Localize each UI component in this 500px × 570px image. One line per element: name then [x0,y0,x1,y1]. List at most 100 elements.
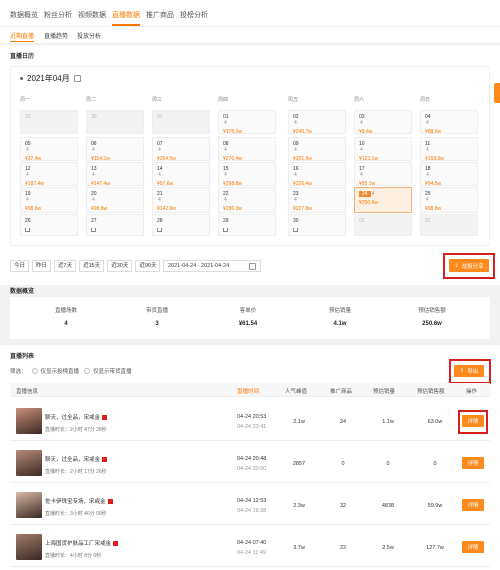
calendar-day-cell[interactable]: 11 4 ¥158.9w [420,137,478,162]
tab-products[interactable]: 推广商品 [146,10,174,20]
live-start-time: 04-24 20:53 [237,414,267,420]
calendar-day-cell[interactable]: 30 [288,214,346,236]
ranking-flag-icon [107,499,113,505]
tab-ranking[interactable]: 投榜分析 [180,10,208,20]
date-range-input[interactable]: 2021-04-24 - 2021-04-24 [163,260,261,272]
calendar-day-cell[interactable]: 02 4 ¥240.7w [288,110,346,135]
avatar[interactable] [16,408,42,434]
calendar-day-cell[interactable]: 10 4 ¥123.1w [354,137,412,162]
peak-value: 3.7w [293,545,305,551]
live-title[interactable]: 佐卡伊珠宝专场，宋戒金 [45,497,113,505]
live-count: 4 [26,147,29,153]
date-range-value: 2021-04-24 - 2021-04-24 [168,263,230,269]
calendar-day-cell[interactable]: 20 4 ¥98.8w [86,187,144,213]
stat-value: 4 [64,321,68,327]
live-count: 4 [426,172,429,178]
calendar-day-cell[interactable]: 25 4 ¥98.8w [420,187,478,213]
calendar-day-cell[interactable]: 15 4 ¥298.8w [218,162,276,187]
cart-icon [157,228,162,232]
detail-button[interactable]: 详情 [462,457,484,469]
calendar-day-cell[interactable]: 07 4 ¥264.5w [152,137,210,162]
calendar-day-cell[interactable]: 23 4 ¥227.8w [288,187,346,213]
live-end-time: 04-24 16:38 [237,508,267,514]
calendar-day-cell[interactable]: 06 4 ¥154.1w [86,137,144,162]
filter-option-label: 仅显示带货直播 [93,369,132,375]
live-title[interactable]: 聊天，过全品，宋戒金 [45,413,108,421]
calendar-day-cell[interactable]: 17 4 ¥95.1w [354,162,412,187]
date-15d-button[interactable]: 近15天 [79,260,105,272]
calendar-day-cell[interactable]: 09 4 ¥201.9w [288,137,346,162]
ranking-flag-icon [102,457,108,463]
weekday-label: 周三 [152,97,163,103]
calendar-day-cell[interactable]: 03 4 ¥8.4w [354,110,412,135]
date-7d-button[interactable]: 近7天 [54,260,77,272]
col-products[interactable]: 推广商品 [330,387,352,395]
day-number: 14 [157,166,163,172]
tab-video[interactable]: 视频数据 [78,10,106,20]
calendar-day-cell[interactable]: 05 4 ¥37.4w [20,137,78,162]
avatar[interactable] [16,450,42,476]
calendar-day-cell[interactable]: 29 [218,214,276,236]
detail-button[interactable]: 详情 [462,499,484,511]
stat-label: 预估销量 [328,308,351,314]
avatar[interactable] [16,534,42,560]
calendar-day-cell[interactable]: 12 4 ¥187.4w [20,162,78,187]
live-count: 4 [224,147,227,153]
month-picker[interactable]: 2021年04月 [20,73,81,84]
calendar-day-cell[interactable]: 04 4 ¥88.6w [420,110,478,135]
subtab-ads[interactable]: 投放分析 [77,31,101,40]
calendar-day-cell[interactable]: 16 4 ¥226.4w [288,162,346,187]
date-today-button[interactable]: 今日 [10,260,30,272]
live-count: 4 [158,197,161,203]
tab-overview[interactable]: 数据概览 [10,10,38,20]
side-float-tab[interactable] [494,83,500,103]
calendar-day-cell: 29 [20,110,78,134]
calendar-day-cell[interactable]: 28 [152,214,210,236]
day-number: 28 [157,218,163,224]
peak-value: 2.3w [293,503,305,509]
col-actions: 操作 [466,389,478,395]
calendar-day-cell[interactable]: 18 4 ¥94.5w [420,162,478,187]
calendar-day-cell[interactable]: 08 4 ¥276.4w [218,137,276,162]
subtab-trend[interactable]: 直播趋势 [44,31,68,40]
live-title-text: 佐卡伊珠宝专场，宋戒金 [45,499,106,505]
filter-option-ranking[interactable]: 仅显示投榜直播 [31,367,79,375]
calendar-day-cell[interactable]: 27 [86,214,144,236]
detail-button[interactable]: 详情 [462,541,484,553]
revenue-value: 127.7w [426,545,444,551]
live-count: 4 [426,120,429,126]
filter-option-sales[interactable]: 仅显示带货直播 [84,367,132,375]
live-duration: 直播时长：3小时 46分 09秒 [45,511,107,517]
calendar-day-cell[interactable]: 24 4 ¥250.6w [354,187,412,213]
calendar-day-cell[interactable]: 01 4 ¥178.2w [218,110,276,135]
day-sales-value: ¥178.2w [223,129,242,135]
calendar-day-cell[interactable]: 26 [20,214,78,236]
col-live-time[interactable]: 直播时间 [237,387,259,395]
col-sales[interactable]: 预估销量 [373,387,395,395]
day-sales-value: ¥240.7w [293,129,312,135]
live-count: 4 [224,120,227,126]
date-yesterday-button[interactable]: 昨日 [32,260,52,272]
calendar-icon [249,263,256,270]
tab-fans[interactable]: 粉丝分析 [44,10,72,20]
avatar[interactable] [16,492,42,518]
day-number: 04 [425,114,431,120]
tab-live[interactable]: 直播数据 [112,10,140,20]
date-30d-button[interactable]: 近30天 [107,260,133,272]
col-revenue[interactable]: 预估销售额 [417,387,445,395]
stat-label: 预估销售额 [418,308,446,314]
subtab-recent[interactable]: 近期直播 [10,31,34,40]
live-title[interactable]: 聊天，过全品，宋戒金 [45,455,108,463]
calendar-day-cell[interactable]: 21 4 ¥142.9w [152,187,210,213]
calendar-day-cell[interactable]: 22 4 ¥286.3w [218,187,276,213]
calendar-day-cell[interactable]: 14 4 ¥57.6w [152,162,210,187]
calendar-day-cell[interactable]: 19 4 ¥98.6w [20,187,78,213]
calendar-day-cell[interactable]: 13 4 ¥147.4w [86,162,144,187]
weekday-label: 周一 [20,97,31,103]
date-90d-button[interactable]: 近90天 [135,260,161,272]
col-live-info: 直播信息 [16,389,39,395]
weekday-label: 周六 [354,97,365,103]
col-peak[interactable]: 人气峰值 [285,387,307,395]
day-number: 07 [157,141,163,147]
live-title[interactable]: 上海国货护肤品工厂宋戒金 [45,539,119,547]
